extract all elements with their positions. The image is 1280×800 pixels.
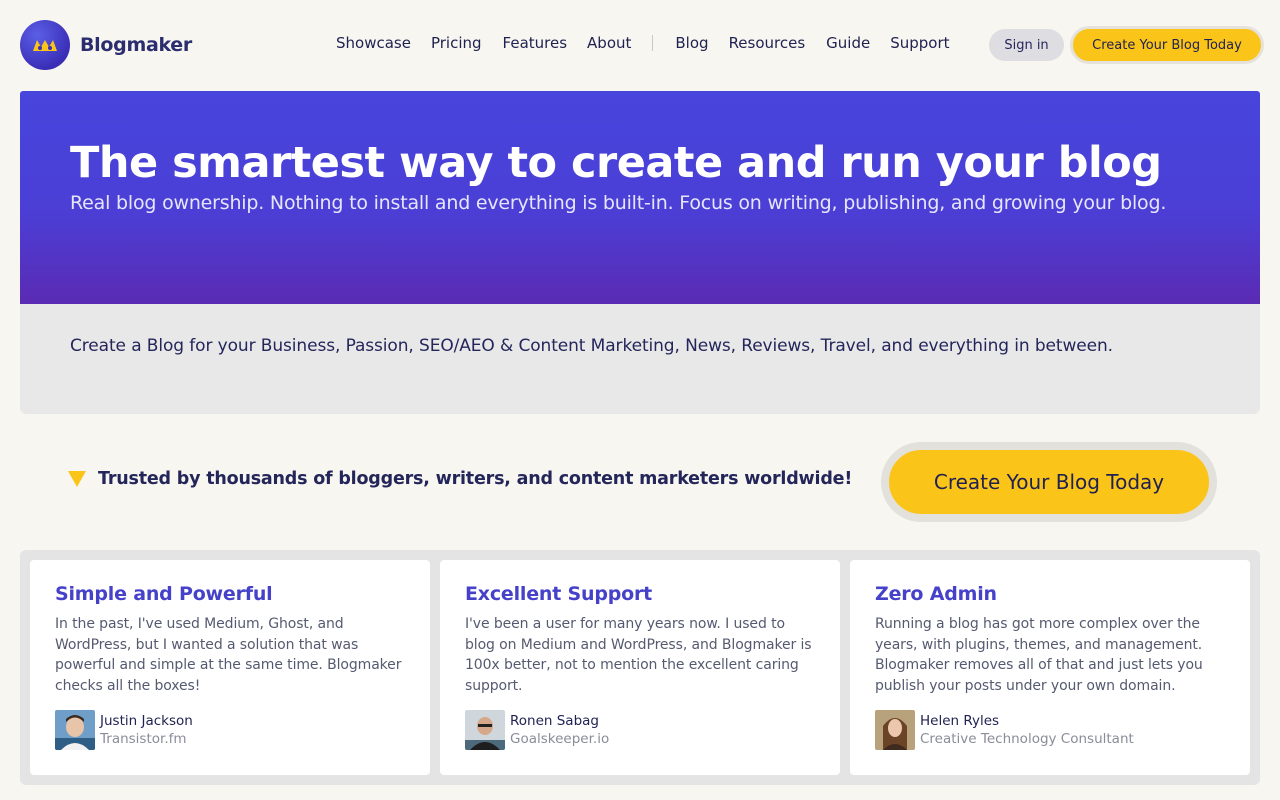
author-org: Goalskeeper.io <box>510 731 610 747</box>
nav-features[interactable]: Features <box>503 34 568 52</box>
use-cases-text: Create a Blog for your Business, Passion… <box>70 336 1113 356</box>
nav-showcase[interactable]: Showcase <box>336 34 411 52</box>
author-org: Creative Technology Consultant <box>920 731 1134 747</box>
testimonial-card: Excellent Support I've been a user for m… <box>440 560 840 775</box>
testimonial-card: Simple and Powerful In the past, I've us… <box>30 560 430 775</box>
testimonial-quote: Running a blog has got more complex over… <box>875 616 1203 694</box>
hero-title: The smartest way to create and run your … <box>70 138 1162 188</box>
author-name: Helen Ryles <box>920 713 1000 729</box>
testimonial-title: Simple and Powerful <box>55 583 273 605</box>
testimonials-section: Simple and Powerful In the past, I've us… <box>20 550 1260 785</box>
site-header: Blogmaker Showcase Pricing Features Abou… <box>0 0 1280 90</box>
nav-about[interactable]: About <box>587 34 631 52</box>
sign-in-button[interactable]: Sign in <box>989 29 1064 61</box>
nav-guide[interactable]: Guide <box>826 34 870 52</box>
testimonial-author: Ronen Sabag Goalskeeper.io <box>465 710 609 750</box>
trust-row: Trusted by thousands of bloggers, writer… <box>68 469 852 489</box>
avatar <box>465 710 505 750</box>
nav-divider <box>652 35 654 51</box>
testimonial-author: Helen Ryles Creative Technology Consulta… <box>875 710 1134 750</box>
create-blog-button[interactable]: Create Your Blog Today <box>881 442 1217 522</box>
testimonial-author: Justin Jackson Transistor.fm <box>55 710 193 750</box>
main-nav: Showcase Pricing Features About Blog Res… <box>336 34 950 52</box>
testimonial-title: Excellent Support <box>465 583 653 605</box>
author-name: Justin Jackson <box>100 713 193 729</box>
testimonial-quote: In the past, I've used Medium, Ghost, an… <box>55 616 402 694</box>
author-name: Ronen Sabag <box>510 713 599 729</box>
hero-banner: The smartest way to create and run your … <box>20 91 1260 304</box>
header-create-blog-button[interactable]: Create Your Blog Today <box>1070 26 1264 64</box>
nav-resources[interactable]: Resources <box>729 34 806 52</box>
use-cases-band: Create a Blog for your Business, Passion… <box>20 304 1260 414</box>
author-org: Transistor.fm <box>100 731 187 747</box>
logo-link[interactable]: Blogmaker <box>20 20 192 70</box>
avatar <box>875 710 915 750</box>
testimonial-title: Zero Admin <box>875 583 997 605</box>
nav-pricing[interactable]: Pricing <box>431 34 482 52</box>
trust-text: Trusted by thousands of bloggers, writer… <box>98 469 853 489</box>
brand-name: Blogmaker <box>80 34 192 56</box>
testimonial-card: Zero Admin Running a blog has got more c… <box>850 560 1250 775</box>
testimonial-quote: I've been a user for many years now. I u… <box>465 616 812 694</box>
hero-subtitle: Real blog ownership. Nothing to install … <box>70 192 1167 214</box>
nav-support[interactable]: Support <box>890 34 949 52</box>
blogmaker-logo-icon <box>20 20 70 70</box>
triangle-down-icon <box>68 471 86 487</box>
nav-blog[interactable]: Blog <box>675 34 708 52</box>
avatar <box>55 710 95 750</box>
